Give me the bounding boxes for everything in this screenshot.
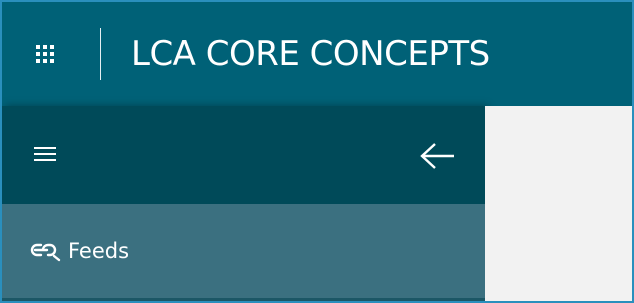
waffle-dot — [43, 59, 47, 63]
sidebar-bottom-edge — [2, 298, 485, 301]
waffle-dot — [43, 45, 47, 49]
feeds-link-icon — [30, 240, 62, 262]
waffle-dot — [36, 52, 40, 56]
sidebar-header — [2, 106, 485, 204]
top-navigation-bar: LCA CORE CONCEPTS — [2, 2, 632, 106]
waffle-dot — [36, 45, 40, 49]
waffle-dot — [50, 52, 54, 56]
sidebar-item-label: Feeds — [68, 239, 130, 263]
app-title[interactable]: LCA CORE CONCEPTS — [131, 34, 490, 74]
main-content-area — [485, 106, 632, 301]
waffle-dot — [50, 59, 54, 63]
collapse-sidebar-arrow-icon[interactable] — [418, 140, 458, 172]
waffle-dot — [50, 45, 54, 49]
app-window: LCA CORE CONCEPTS Feeds — [0, 0, 634, 303]
hamburger-menu-icon[interactable] — [34, 147, 56, 162]
waffle-dot — [43, 52, 47, 56]
sidebar: Feeds — [2, 106, 485, 301]
header-divider — [100, 28, 101, 80]
app-launcher-icon[interactable] — [36, 45, 58, 63]
waffle-dot — [36, 59, 40, 63]
sidebar-item-feeds[interactable]: Feeds — [2, 204, 485, 298]
